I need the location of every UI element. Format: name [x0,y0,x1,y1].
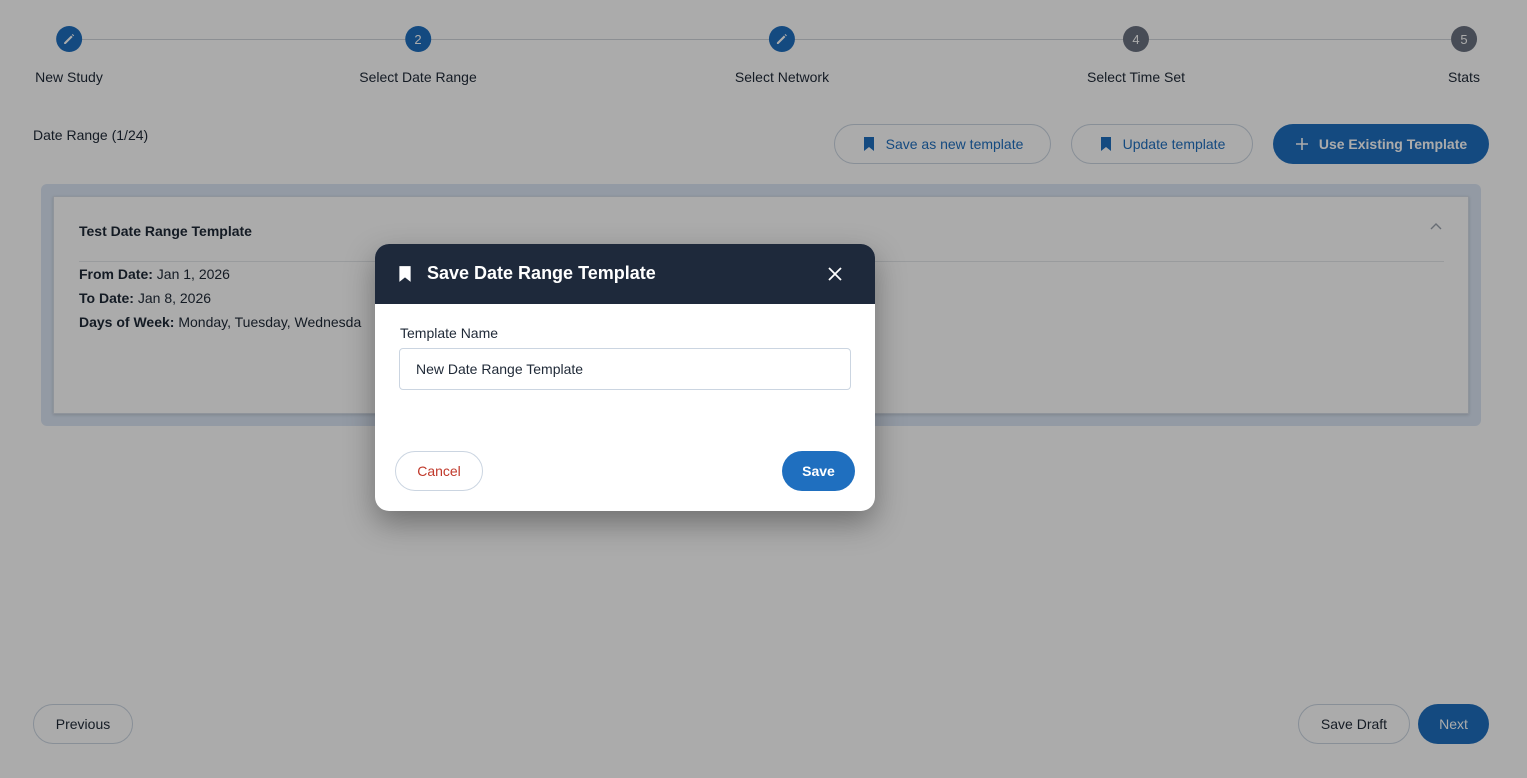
dialog-title: Save Date Range Template [427,263,656,283]
page: New Study 2 Select Date Range Select Net… [0,0,1527,778]
dialog-header: Save Date Range Template [375,244,875,304]
cancel-button[interactable]: Cancel [395,451,483,491]
save-button[interactable]: Save [782,451,855,491]
save-template-dialog: Save Date Range Template Template Name C… [375,244,875,511]
close-icon[interactable] [827,266,843,282]
bookmark-icon [399,266,411,282]
template-name-input[interactable] [399,348,851,390]
template-name-label: Template Name [400,325,499,341]
